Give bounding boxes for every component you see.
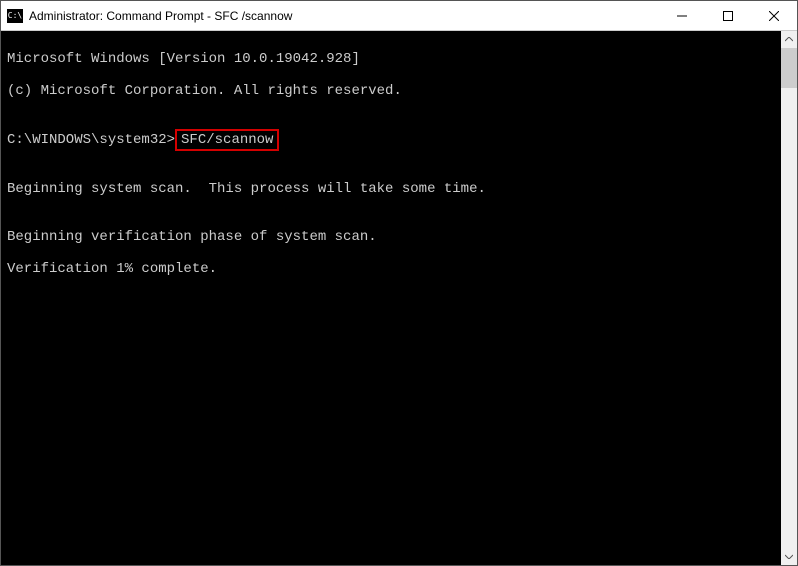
close-button[interactable] [751, 1, 797, 30]
titlebar[interactable]: C:\ Administrator: Command Prompt - SFC … [1, 1, 797, 31]
prompt-path: C:\WINDOWS\system32> [7, 132, 175, 148]
chevron-down-icon [785, 554, 793, 559]
console-area[interactable]: Microsoft Windows [Version 10.0.19042.92… [1, 31, 797, 565]
window-title: Administrator: Command Prompt - SFC /sca… [29, 9, 659, 23]
output-line: Beginning system scan. This process will… [7, 181, 791, 197]
minimize-button[interactable] [659, 1, 705, 30]
scroll-down-button[interactable] [781, 548, 797, 565]
prompt-line: C:\WINDOWS\system32>SFC/scannow [7, 131, 791, 149]
scrollbar-thumb[interactable] [781, 48, 797, 88]
chevron-up-icon [785, 37, 793, 42]
maximize-icon [723, 11, 733, 21]
command-highlight: SFC/scannow [175, 129, 279, 151]
close-icon [769, 11, 779, 21]
vertical-scrollbar[interactable] [781, 31, 797, 565]
output-line: Beginning verification phase of system s… [7, 229, 791, 245]
scrollbar-track[interactable] [781, 48, 797, 548]
output-line: Microsoft Windows [Version 10.0.19042.92… [7, 51, 791, 67]
scroll-up-button[interactable] [781, 31, 797, 48]
window-controls [659, 1, 797, 30]
minimize-icon [677, 11, 687, 21]
cmd-icon: C:\ [7, 9, 23, 23]
command-prompt-window: C:\ Administrator: Command Prompt - SFC … [0, 0, 798, 566]
cmd-icon-label: C:\ [8, 11, 22, 20]
output-line: Verification 1% complete. [7, 261, 791, 277]
maximize-button[interactable] [705, 1, 751, 30]
output-line: (c) Microsoft Corporation. All rights re… [7, 83, 791, 99]
